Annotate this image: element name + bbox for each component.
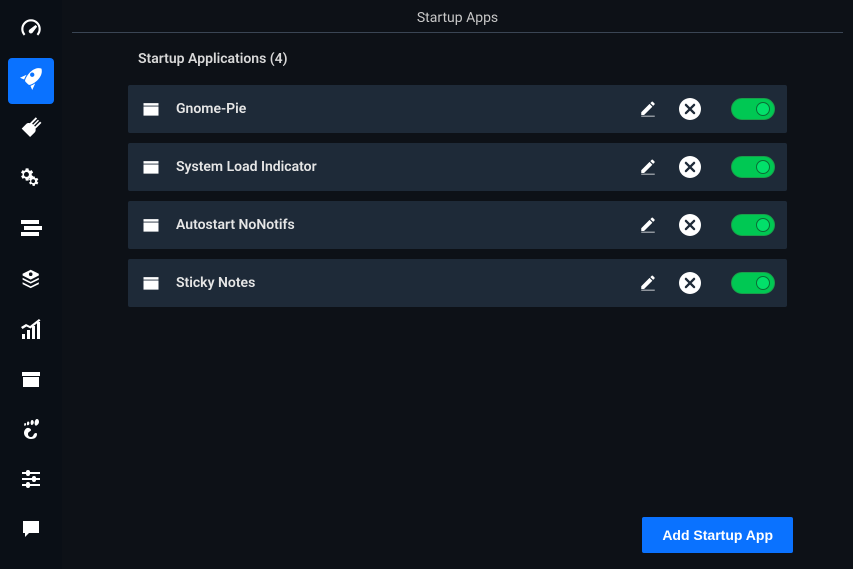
gnome-icon <box>19 417 43 445</box>
enable-toggle[interactable] <box>731 272 775 294</box>
sidebar-item-gnome[interactable] <box>8 408 54 454</box>
rocket-icon <box>18 66 44 96</box>
content-area: Startup Applications (4) Gnome-Pie System… <box>72 51 843 317</box>
delete-button[interactable] <box>679 214 701 236</box>
enable-toggle[interactable] <box>731 214 775 236</box>
toggle-knob <box>756 276 770 290</box>
sidebar <box>0 0 62 569</box>
toggle-knob <box>756 218 770 232</box>
enable-toggle[interactable] <box>731 156 775 178</box>
app-label: Gnome-Pie <box>176 101 625 117</box>
sidebar-item-processes[interactable] <box>8 208 54 254</box>
divider <box>72 32 843 33</box>
app-row: Autostart NoNotifs <box>128 201 787 249</box>
edit-button[interactable] <box>639 100 657 118</box>
window-icon <box>140 273 162 293</box>
delete-button[interactable] <box>679 98 701 120</box>
app-label: Autostart NoNotifs <box>176 217 625 233</box>
delete-button[interactable] <box>679 272 701 294</box>
sidebar-item-resources[interactable] <box>8 308 54 354</box>
edit-button[interactable] <box>639 216 657 234</box>
section-title: Startup Applications (4) <box>138 51 787 67</box>
sidebar-item-feedback[interactable] <box>8 508 54 554</box>
app-label: Sticky Notes <box>176 275 625 291</box>
sidebar-item-packages[interactable] <box>8 358 54 404</box>
add-startup-app-button[interactable]: Add Startup App <box>642 517 793 553</box>
package-icon <box>19 367 43 395</box>
app-list: Gnome-Pie System Load Indicator Autostart … <box>128 85 787 307</box>
sidebar-item-services[interactable] <box>8 158 54 204</box>
toggle-knob <box>756 160 770 174</box>
window-icon <box>140 157 162 177</box>
app-row: Sticky Notes <box>128 259 787 307</box>
dashboard-icon <box>18 16 44 46</box>
app-label: System Load Indicator <box>176 159 625 175</box>
disc-icon <box>19 267 43 295</box>
window-icon <box>140 99 162 119</box>
main-panel: Startup Apps Startup Applications (4) Gn… <box>62 0 853 569</box>
toggle-knob <box>756 102 770 116</box>
gears-icon <box>18 166 44 196</box>
sidebar-item-startup[interactable] <box>8 58 54 104</box>
delete-button[interactable] <box>679 156 701 178</box>
stack-icon <box>19 217 43 245</box>
edit-button[interactable] <box>639 158 657 176</box>
chart-icon <box>19 317 43 345</box>
sidebar-item-dashboard[interactable] <box>8 8 54 54</box>
window-icon <box>140 215 162 235</box>
app-row: System Load Indicator <box>128 143 787 191</box>
sidebar-item-uninstaller[interactable] <box>8 258 54 304</box>
app-row: Gnome-Pie <box>128 85 787 133</box>
sidebar-item-cleaner[interactable] <box>8 108 54 154</box>
message-icon <box>19 517 43 545</box>
sidebar-item-settings[interactable] <box>8 458 54 504</box>
broom-icon <box>18 116 44 146</box>
sliders-icon <box>19 467 43 495</box>
enable-toggle[interactable] <box>731 98 775 120</box>
edit-button[interactable] <box>639 274 657 292</box>
page-title: Startup Apps <box>72 0 843 32</box>
